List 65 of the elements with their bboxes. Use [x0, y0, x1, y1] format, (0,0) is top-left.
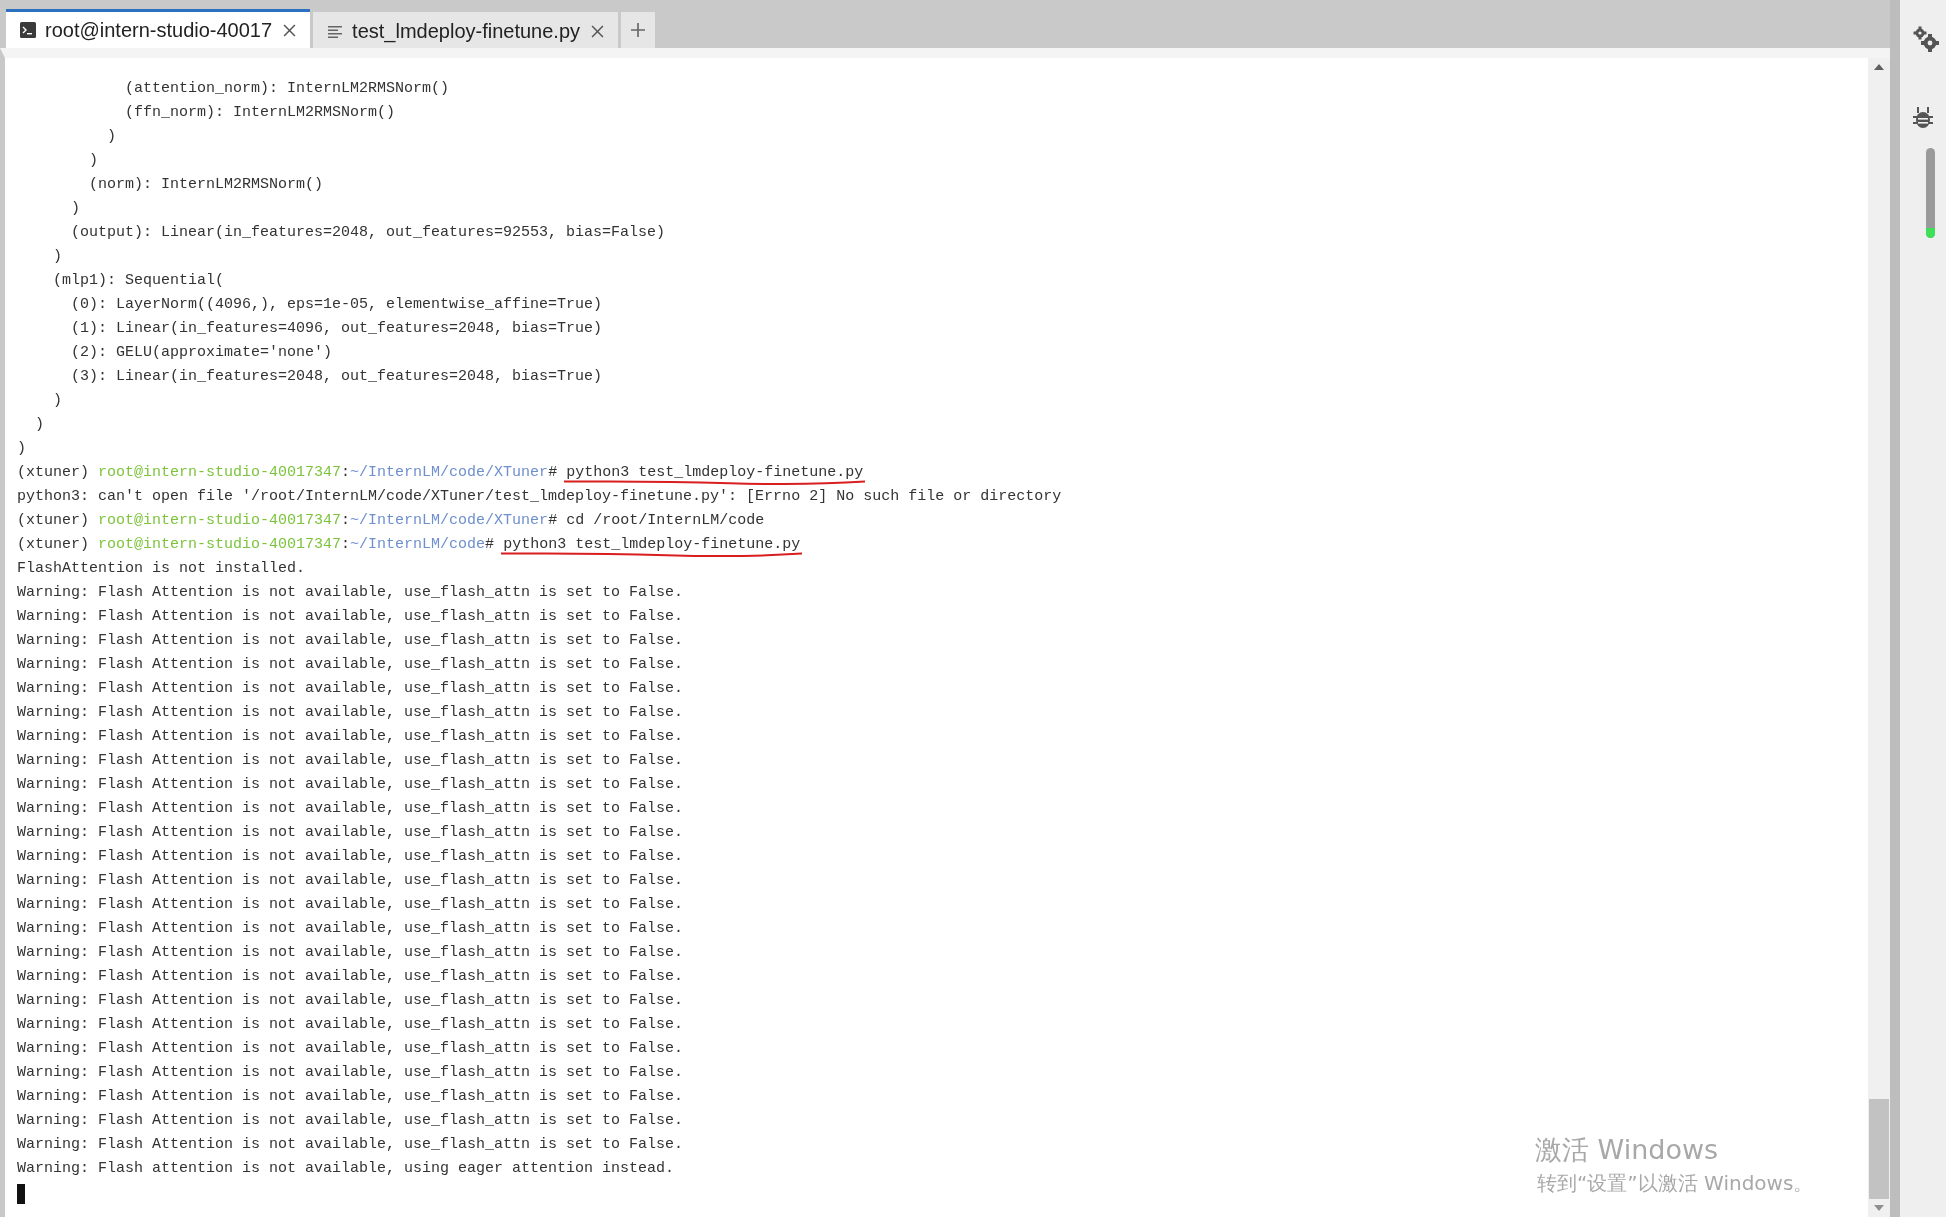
output-line: Warning: Flash Attention is not available, use_flash_attn is set to False. — [17, 799, 684, 819]
output-line: (ffn_norm): InternLM2RMSNorm() — [124, 103, 396, 123]
output-line: Warning: Flash Attention is not available, use_flash_attn is set to False. — [17, 775, 684, 795]
plus-icon[interactable] — [631, 23, 646, 37]
tab[interactable]: test_lmdeploy-finetune.py — [313, 12, 619, 48]
output-line: ) — [34, 415, 44, 435]
tab-label[interactable]: test_lmdeploy-finetune.py — [352, 20, 581, 43]
bug-icon[interactable] — [1911, 106, 1935, 130]
output-line: ) — [17, 439, 26, 459]
activation-title: 激活 Windows — [1535, 1133, 1720, 1167]
output-line: Warning: Flash Attention is not available, use_flash_attn is set to False. — [17, 871, 684, 891]
prompt-line: (xtuner) root@intern-studio-40017347:~/InternLM/code/XTuner# cd /root/InternLM/code — [17, 511, 765, 531]
new-tab-button[interactable] — [621, 12, 656, 48]
output-line: Warning: Flash Attention is not available, use_flash_attn is set to False. — [17, 943, 684, 963]
tab[interactable]: root@intern-studio-40017 — [6, 9, 311, 48]
output-line: Warning: Flash Attention is not available, use_flash_attn is set to False. — [17, 1111, 684, 1131]
output-line: (attention_norm): InternLM2RMSNorm() — [124, 79, 450, 99]
output-line: Warning: Flash Attention is not available, use_flash_attn is set to False. — [17, 1135, 684, 1155]
gears-icon[interactable] — [1913, 26, 1939, 52]
scroll-up-arrow-icon[interactable] — [1874, 64, 1884, 70]
output-line: ) — [106, 127, 117, 147]
output-line: ) — [52, 247, 62, 267]
output-line: FlashAttention is not installed. — [17, 559, 306, 579]
scrollbar[interactable] — [1868, 58, 1890, 1217]
prompt-line: (xtuner) root@intern-studio-40017347:~/InternLM/code# python3 test_lmdeploy-finetune.py — [17, 535, 801, 555]
text-cursor — [17, 1184, 25, 1204]
close-icon[interactable] — [591, 25, 605, 38]
output-line: python3: can't open file '/root/InternLM/code/XTuner/test_lmdeploy-finetune.py': [Errno 2] No such file or directory — [17, 487, 1062, 507]
output-line: Warning: Flash Attention is not available, use_flash_attn is set to False. — [17, 703, 684, 723]
output-line: (0): LayerNorm((4096,), eps=1e-05, elementwise_affine=True) — [70, 295, 603, 315]
output-line: (norm): InternLM2RMSNorm() — [88, 175, 324, 195]
output-line: Warning: Flash Attention is not available, use_flash_attn is set to False. — [17, 1063, 684, 1083]
output-line: Warning: Flash Attention is not available, use_flash_attn is set to False. — [17, 1015, 684, 1035]
output-line: Warning: Flash Attention is not available, use_flash_attn is set to False. — [17, 919, 684, 939]
output-line: Warning: Flash attention is not available, using eager attention instead. — [17, 1159, 675, 1179]
output-line: Warning: Flash Attention is not available, use_flash_attn is set to False. — [17, 751, 684, 771]
output-line: ) — [52, 391, 62, 411]
output-line: ) — [88, 151, 98, 171]
output-line: Warning: Flash Attention is not available, use_flash_attn is set to False. — [17, 847, 684, 867]
output-line: Warning: Flash Attention is not available, use_flash_attn is set to False. — [17, 967, 684, 987]
output-line: Warning: Flash Attention is not available, use_flash_attn is set to False. — [17, 655, 684, 675]
terminal-icon — [20, 22, 36, 38]
close-icon[interactable] — [283, 23, 297, 37]
output-line: Warning: Flash Attention is not available, use_flash_attn is set to False. — [17, 631, 684, 651]
activation-subtitle: 转到“设置”以激活 Windows。 — [1537, 1170, 1814, 1197]
output-line: Warning: Flash Attention is not available, use_flash_attn is set to False. — [17, 727, 684, 747]
output-line: (output): Linear(in_features=2048, out_features=92553, bias=False) — [70, 223, 666, 243]
output-line: ) — [70, 199, 80, 219]
output-line: Warning: Flash Attention is not available, use_flash_attn is set to False. — [17, 607, 684, 627]
text-lines-icon — [327, 23, 344, 40]
output-line: Warning: Flash Attention is not available, use_flash_attn is set to False. — [17, 823, 684, 843]
prompt-line: (xtuner) root@intern-studio-40017347:~/InternLM/code/XTuner# python3 test_lmdeploy-finetune.py — [17, 463, 864, 483]
output-line: Warning: Flash Attention is not available, use_flash_attn is set to False. — [17, 1087, 684, 1107]
output-line: Warning: Flash Attention is not available, use_flash_attn is set to False. — [17, 583, 684, 603]
output-line: (mlp1): Sequential( — [52, 271, 225, 291]
output-line: (2): GELU(approximate='none') — [70, 343, 333, 363]
output-line: Warning: Flash Attention is not available, use_flash_attn is set to False. — [17, 895, 684, 915]
scroll-down-arrow-icon[interactable] — [1874, 1205, 1884, 1211]
output-line: Warning: Flash Attention is not available, use_flash_attn is set to False. — [17, 991, 684, 1011]
scrollbar-thumb[interactable] — [1869, 1099, 1889, 1199]
output-line: (1): Linear(in_features=4096, out_features=2048, bias=True) — [70, 319, 603, 339]
output-line: Warning: Flash Attention is not available, use_flash_attn is set to False. — [17, 679, 684, 699]
tab-label[interactable]: root@intern-studio-40017 — [45, 18, 273, 42]
output-line: Warning: Flash Attention is not available, use_flash_attn is set to False. — [17, 1039, 684, 1059]
output-line: (3): Linear(in_features=2048, out_features=2048, bias=True) — [70, 367, 603, 387]
